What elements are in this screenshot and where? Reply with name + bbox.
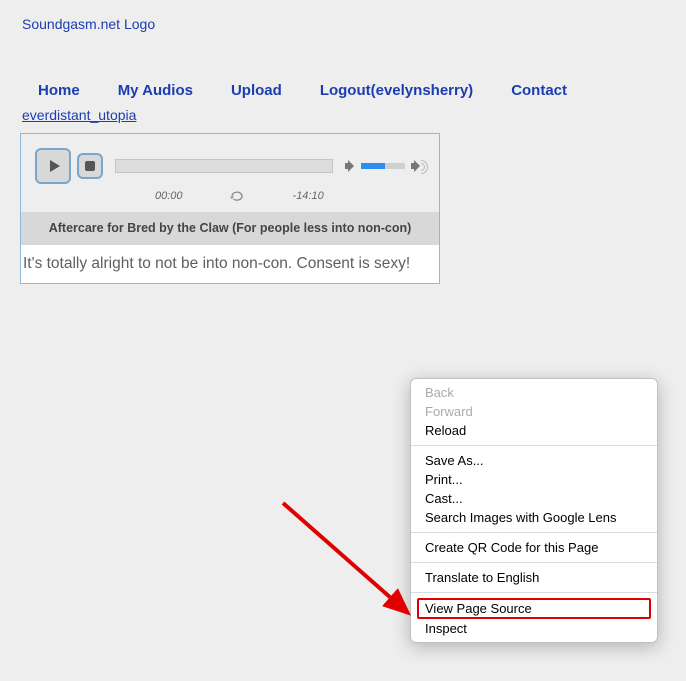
ctx-cast[interactable]: Cast... xyxy=(411,489,657,508)
ctx-separator xyxy=(411,592,657,593)
stop-icon xyxy=(85,161,95,171)
nav-my-audios[interactable]: My Audios xyxy=(118,82,193,99)
ctx-separator xyxy=(411,562,657,563)
audio-title: Aftercare for Bred by the Claw (For peop… xyxy=(21,212,439,245)
volume-fill xyxy=(361,163,385,169)
ctx-view-source[interactable]: View Page Source xyxy=(425,601,643,616)
ctx-back: Back xyxy=(411,383,657,402)
audio-description: It's totally alright to not be into non-… xyxy=(21,245,439,283)
current-time: 00:00 xyxy=(155,190,183,202)
context-menu: Back Forward Reload Save As... Print... … xyxy=(410,378,658,643)
volume-max-icon[interactable] xyxy=(411,160,429,172)
nav-home[interactable]: Home xyxy=(38,82,80,99)
volume-slider[interactable] xyxy=(361,163,405,169)
mute-icon[interactable] xyxy=(345,160,355,172)
audio-player: 00:00 -14:10 Aftercare for Bred by the C… xyxy=(20,133,440,284)
nav-upload[interactable]: Upload xyxy=(231,82,282,99)
ctx-separator xyxy=(411,445,657,446)
play-icon xyxy=(50,160,60,172)
player-controls-row xyxy=(21,134,439,186)
time-row: 00:00 -14:10 xyxy=(21,186,439,212)
ctx-reload[interactable]: Reload xyxy=(411,421,657,440)
ctx-save-as[interactable]: Save As... xyxy=(411,451,657,470)
ctx-separator xyxy=(411,532,657,533)
stop-button[interactable] xyxy=(77,153,103,179)
site-logo[interactable]: Soundgasm.net Logo xyxy=(22,16,666,32)
progress-bar[interactable] xyxy=(115,159,333,173)
play-button[interactable] xyxy=(35,148,71,184)
main-nav: Home My Audios Upload Logout(evelynsherr… xyxy=(38,82,666,99)
annotation-highlight-box: View Page Source xyxy=(417,598,651,619)
audio-author-link[interactable]: everdistant_utopia xyxy=(22,107,136,123)
nav-contact[interactable]: Contact xyxy=(511,82,567,99)
nav-logout[interactable]: Logout(evelynsherry) xyxy=(320,82,473,99)
ctx-print[interactable]: Print... xyxy=(411,470,657,489)
ctx-translate[interactable]: Translate to English xyxy=(411,568,657,587)
ctx-create-qr[interactable]: Create QR Code for this Page xyxy=(411,538,657,557)
loop-icon[interactable] xyxy=(229,190,247,202)
remaining-time: -14:10 xyxy=(293,190,324,202)
ctx-search-images[interactable]: Search Images with Google Lens xyxy=(411,508,657,527)
ctx-forward: Forward xyxy=(411,402,657,421)
ctx-inspect[interactable]: Inspect xyxy=(411,619,657,638)
